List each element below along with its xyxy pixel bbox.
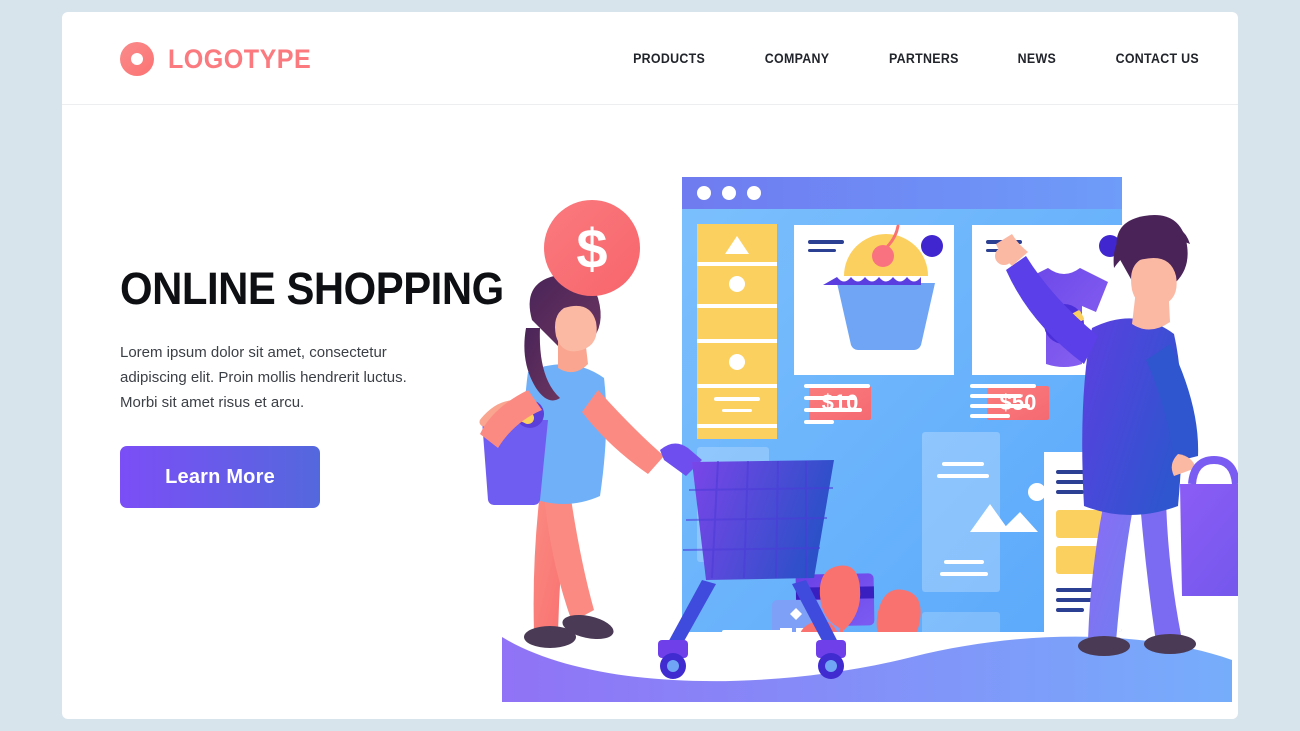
- sidebar-panel: [697, 224, 777, 439]
- online-shopping-illustration: $10 $50 $: [392, 132, 1238, 702]
- learn-more-button[interactable]: Learn More: [120, 446, 320, 508]
- logo[interactable]: LOGOTYPE: [120, 42, 322, 76]
- site-header: LOGOTYPE PRODUCTS COMPANY PARTNERS NEWS …: [62, 12, 1238, 105]
- woman-with-cart-character: [479, 274, 664, 648]
- svg-text:$: $: [576, 217, 607, 280]
- price-tshirt: $50: [1000, 390, 1037, 415]
- page-card: LOGOTYPE PRODUCTS COMPANY PARTNERS NEWS …: [62, 12, 1238, 719]
- dollar-badge: $: [544, 200, 640, 296]
- hero-paragraph: Lorem ipsum dolor sit amet, consectetur …: [120, 344, 407, 411]
- logo-text: LOGOTYPE: [168, 43, 312, 74]
- nav-item-news[interactable]: NEWS: [1017, 51, 1055, 66]
- nav-item-company[interactable]: COMPANY: [765, 51, 830, 66]
- nav-item-partners[interactable]: PARTNERS: [889, 51, 959, 66]
- nav-item-products[interactable]: PRODUCTS: [633, 51, 705, 66]
- nav-item-contact-us[interactable]: CONTACT US: [1115, 51, 1198, 66]
- main-navigation: PRODUCTS COMPANY PARTNERS NEWS CONTACT U…: [630, 12, 1202, 105]
- ring-circle-icon: [120, 42, 154, 76]
- browser-window-mockup: $10 $50: [682, 177, 1122, 632]
